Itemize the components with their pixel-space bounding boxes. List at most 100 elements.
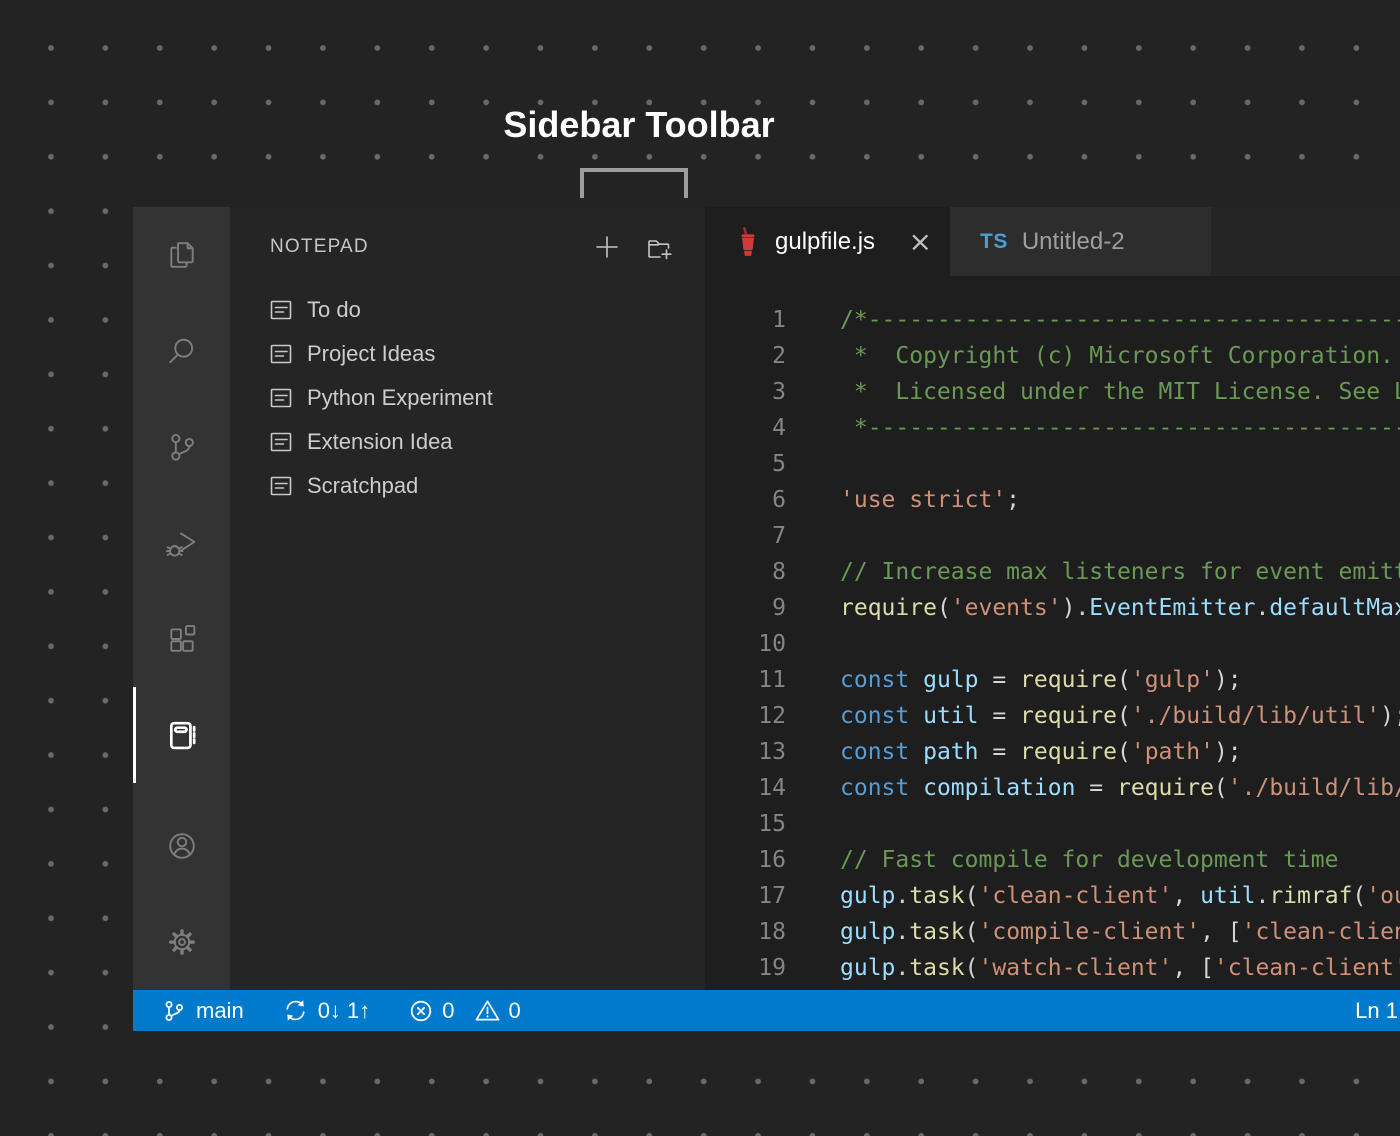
code-text: gulp.task('compile-client', ['clean-clie… [840,914,1400,950]
warning-count: 0 [509,998,521,1024]
code-line: 10 [705,626,1400,662]
new-folder-button[interactable] [643,231,675,263]
code-text: const path = require('path'); [840,734,1242,770]
line-number: 5 [705,446,786,482]
sync-status[interactable]: 0↓ 1↑ [282,997,371,1024]
activity-bar-item-explorer[interactable] [133,207,230,303]
note-label: To do [307,297,361,323]
tab-label: gulpfile.js [775,228,875,256]
typescript-icon: TS [980,230,1008,254]
code-text: gulp.task('clean-client', util.rimraf('o… [840,878,1400,914]
source-control-icon [164,429,200,465]
debug-icon [164,525,200,561]
line-number: 8 [705,554,786,590]
line-number: 10 [705,626,786,662]
line-number: 1 [705,302,786,338]
tab-gulpfile[interactable]: gulpfile.js × [705,207,950,276]
code-text: const compilation = require('./build/lib… [840,770,1400,806]
note-label: Scratchpad [307,473,418,499]
note-icon [268,341,294,367]
activity-bar-item-run-debug[interactable] [133,495,230,591]
code-text: * Copyright (c) Microsoft Corporation. A… [840,338,1400,374]
code-line: 4 *-------------------------------------… [705,410,1400,446]
notepad-icon [164,717,200,753]
warnings-pair: 0 [474,997,521,1024]
line-number: 9 [705,590,786,626]
code-line: 11const gulp = require('gulp'); [705,662,1400,698]
activity-bar-item-source-control[interactable] [133,399,230,495]
note-icon [268,385,294,411]
code-text: const util = require('./build/lib/util')… [840,698,1400,734]
warning-icon [474,997,501,1024]
code-line: 3 * Licensed under the MIT License. See … [705,374,1400,410]
line-number: 16 [705,842,786,878]
gulp-icon [735,225,761,259]
sidebar-panel: NOTEPAD To do Project Ideas Python Experim… [230,207,705,990]
new-note-button[interactable] [591,231,623,263]
code-text: // Fast compile for development time [840,842,1339,878]
note-item[interactable]: Extension Idea [230,420,705,464]
line-number: 12 [705,698,786,734]
code-line: 2 * Copyright (c) Microsoft Corporation.… [705,338,1400,374]
code-line: 15 [705,806,1400,842]
code-text: * Licensed under the MIT License. See Li… [840,374,1400,410]
code-line: 18 gulp.task('compile-client', ['clean-cl… [705,914,1400,950]
branch-icon [161,998,187,1024]
sync-icon [282,997,309,1024]
activity-bar-item-accounts[interactable] [133,798,230,894]
cursor-position[interactable]: Ln 1 [1355,998,1400,1024]
line-number: 19 [705,950,786,986]
code-line: 13 const path = require('path'); [705,734,1400,770]
code-text: gulp.task('watch-client', ['clean-client… [840,950,1400,986]
note-list: To do Project Ideas Python Experiment Exten… [230,288,705,508]
code-line: 17 gulp.task('clean-client', util.rimraf(… [705,878,1400,914]
code-line: 16 // Fast compile for development time [705,842,1400,878]
close-icon[interactable]: × [909,228,932,256]
line-number: 18 [705,914,786,950]
code-line: 9require('events').EventEmitter.defaultM… [705,590,1400,626]
tab-untitled-2[interactable]: TS Untitled-2 [950,207,1211,276]
editor-group: gulpfile.js × TS Untitled-2 1/*---------… [705,207,1400,990]
extensions-icon [164,621,200,657]
line-number: 13 [705,734,786,770]
search-icon [164,333,200,369]
note-icon [268,473,294,499]
status-bar: main 0↓ 1↑ 0 0 Ln 1 [133,990,1400,1031]
code-line: 5 [705,446,1400,482]
branch-status[interactable]: main [161,998,244,1024]
activity-bar-item-extensions[interactable] [133,591,230,687]
activity-bar-item-notepad[interactable] [133,687,230,783]
annotation-bracket [580,168,688,198]
line-number: 6 [705,482,786,518]
note-icon [268,429,294,455]
note-icon [268,297,294,323]
sync-label: 0↓ 1↑ [318,998,371,1024]
sidebar-header: NOTEPAD [230,207,705,287]
branch-label: main [196,998,244,1024]
note-item[interactable]: Scratchpad [230,464,705,508]
note-item[interactable]: Project Ideas [230,332,705,376]
problems-status[interactable]: 0 0 [408,997,521,1024]
code-line: 7 [705,518,1400,554]
note-label: Python Experiment [307,385,493,411]
gear-icon [164,924,200,960]
code-text: *---------------------------------------… [840,410,1400,446]
activity-bar-item-search[interactable] [133,303,230,399]
screenshot-canvas: Sidebar Toolbar NOTEPAD To doProject Ide… [0,0,1400,1136]
main-row: NOTEPAD To do Project Ideas Python Experim… [133,207,1400,990]
account-icon [164,828,200,864]
line-number: 7 [705,518,786,554]
error-icon [408,998,434,1024]
code-text: 'use strict'; [840,482,1020,518]
activity-bar-top [133,207,230,783]
line-number: 17 [705,878,786,914]
line-number: 14 [705,770,786,806]
activity-bar-item-settings[interactable] [133,894,230,990]
line-number: 11 [705,662,786,698]
code-editor[interactable]: 1/*-------------------------------------… [705,276,1400,986]
note-item[interactable]: To do [230,288,705,332]
line-number: 3 [705,374,786,410]
line-number: 2 [705,338,786,374]
code-line: 8// Increase max listeners for event emi… [705,554,1400,590]
note-item[interactable]: Python Experiment [230,376,705,420]
